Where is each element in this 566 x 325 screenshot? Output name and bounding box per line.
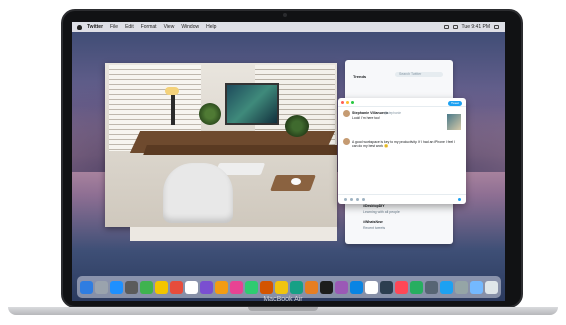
dock-app-icon[interactable] [320,280,333,294]
photo-lamp [171,91,175,125]
dock-app-icon[interactable] [410,280,423,294]
menu-clock[interactable]: Tue 9:41 PM [462,24,490,30]
menu-bar: Twitter File Edit Format View Window Hel… [72,22,505,32]
dock-app-icon[interactable] [155,280,168,294]
zoom-icon[interactable] [351,100,354,104]
menu-file[interactable]: File [110,24,118,30]
tweet-handle: @stephanie [384,111,402,115]
dock-app-icon[interactable] [380,280,393,294]
search-icon[interactable] [494,25,499,29]
dock-app-icon[interactable] [485,280,498,294]
dock-app-icon[interactable] [455,280,468,294]
dock-app-icon[interactable] [95,280,108,294]
minimize-icon[interactable] [346,100,349,104]
tweet-text-2: A good workspace is key to my productivi… [352,140,456,149]
trend-2-desc: Recent tweets [363,226,386,230]
close-icon[interactable] [341,100,344,104]
menu-edit[interactable]: Edit [125,24,134,30]
photo-plant-right [285,115,309,137]
photo-laptop [225,83,279,125]
menu-format[interactable]: Format [141,24,157,30]
photo-lamp-head [165,87,179,95]
gif-icon[interactable] [350,198,353,201]
apple-menu-icon[interactable] [77,24,82,30]
trend-2-tag[interactable]: #WhatsNew [363,220,383,224]
avatar-2[interactable] [343,138,350,145]
tweet-image[interactable] [447,114,461,130]
location-icon[interactable] [362,198,365,201]
dock-app-icon[interactable] [200,280,213,294]
dock-app-icon[interactable] [470,280,483,294]
dock-app-icon[interactable] [125,280,138,294]
dock-app-icon[interactable] [170,280,183,294]
add-tweet-icon[interactable] [458,198,461,201]
camera [283,13,287,17]
tweet-button[interactable]: Tweet [448,101,462,106]
dock-app-icon[interactable] [230,280,243,294]
image-icon[interactable] [344,198,347,201]
photo-mouse [291,178,301,185]
device-brand-label: MacBook Air [263,296,303,303]
battery-icon[interactable] [452,25,458,29]
dock-app-icon[interactable] [275,280,288,294]
dock-app-icon[interactable] [365,280,378,294]
menu-view[interactable]: View [164,24,175,30]
trend-1-desc: Learning with all people [363,210,400,214]
dock-app-icon[interactable] [335,280,348,294]
poll-icon[interactable] [356,198,359,201]
dock-app-icon[interactable] [395,280,408,294]
photo-desk-edge [143,145,337,155]
dock-app-icon[interactable] [185,280,198,294]
tweet-window[interactable]: Tweet Stephanie Villanueva @stephanie Lo… [338,98,466,204]
dock-app-icon[interactable] [140,280,153,294]
dock-app-icon[interactable] [110,280,123,294]
photo-window[interactable] [105,63,337,227]
screen: Twitter File Edit Format View Window Hel… [72,22,505,301]
tweet-text-1: Look! I'm here too! [352,116,380,120]
avatar[interactable] [343,110,350,117]
compose-toolbar [338,194,466,204]
laptop-notch [248,307,318,311]
wifi-icon[interactable] [443,25,449,29]
dock-app-icon[interactable] [245,280,258,294]
photo-plant [199,103,221,125]
search-input[interactable]: Search Twitter [395,72,443,77]
tweet-author[interactable]: Stephanie Villanueva [352,111,388,115]
photo-chair [163,163,233,223]
tweet-window-titlebar [338,98,466,107]
dock-app-icon[interactable] [305,280,318,294]
dock [77,276,501,298]
dock-app-icon[interactable] [260,280,273,294]
dock-app-icon[interactable] [350,280,363,294]
trend-1-tag[interactable]: #DesktopDIY [363,204,385,208]
menu-help[interactable]: Help [206,24,216,30]
dock-app-icon[interactable] [80,280,93,294]
laptop: Twitter File Edit Format View Window Hel… [0,0,566,325]
photo-window-footer [130,227,337,241]
dock-app-icon[interactable] [440,280,453,294]
dock-app-icon[interactable] [425,280,438,294]
trends-title: Trends [353,74,367,79]
menu-window[interactable]: Window [181,24,199,30]
menu-app-name[interactable]: Twitter [87,24,103,30]
dock-app-icon[interactable] [215,280,228,294]
dock-app-icon[interactable] [290,280,303,294]
